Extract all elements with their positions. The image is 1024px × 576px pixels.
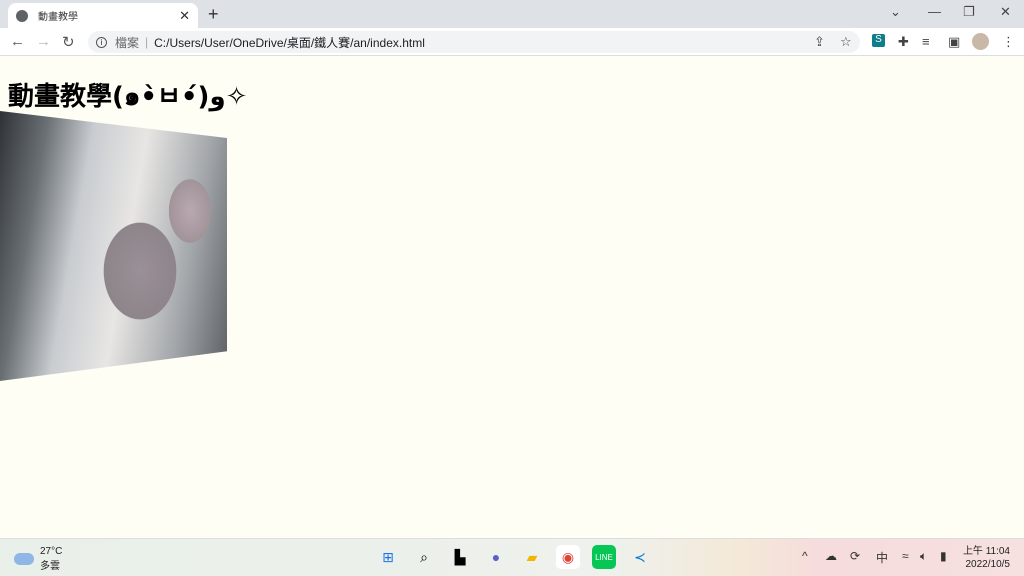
teams-chat-icon[interactable]: ● [484,545,508,569]
globe-icon [16,9,28,22]
close-window-button[interactable]: ✕ [1000,4,1011,20]
chrome-icon[interactable]: ◉ [556,545,580,569]
volume-icon[interactable]: 🔈︎ [920,549,927,564]
extensions-puzzle-icon[interactable]: ✚ [898,34,909,50]
restore-button[interactable]: ❐ [963,4,975,20]
close-tab-icon[interactable]: ✕ [179,8,190,24]
share-icon[interactable]: ⇪ [814,34,825,50]
battery-icon[interactable]: ▮ [940,549,947,563]
start-windows-icon[interactable]: ⊞ [376,545,400,569]
divider: | [145,35,149,49]
info-icon[interactable]: i [96,36,107,48]
address-bar[interactable]: i 檔案 | C:/Users/User/OneDrive/桌面/鐵人賽/an/… [88,31,860,53]
wifi-icon[interactable]: ≈ [902,549,909,563]
reload-button[interactable]: ↻ [62,33,75,51]
time: 上午 11:04 [962,546,1010,557]
back-button[interactable]: ← [10,33,25,50]
vscode-icon[interactable]: ≺ [628,545,652,569]
rabbit-image [0,111,227,381]
file-explorer-icon[interactable]: ▰ [520,545,544,569]
onedrive-error-icon[interactable]: ☁ [825,549,837,563]
tab-active[interactable]: 動畫教學 ✕ [8,3,198,28]
bookmark-star-icon[interactable]: ☆ [840,34,852,50]
profile-avatar[interactable] [972,33,989,50]
cloud-icon [14,553,34,565]
line-app-icon[interactable]: LINE [592,545,616,569]
temperature: 27°C [40,546,63,557]
reading-list-icon[interactable]: ≡ [922,34,930,49]
clock[interactable]: 上午 11:04 2022/10/5 [963,545,1010,571]
task-view-icon[interactable]: ▙ [448,545,472,569]
url-label: 檔案 [115,35,140,50]
extension-s-icon[interactable]: S [872,34,885,47]
sync-icon[interactable]: ⟳ [850,549,860,563]
page-title: 動畫教學(๑•̀ㅂ•́)و✧ [8,82,248,112]
new-tab-button[interactable]: + [208,4,219,25]
minimize-button[interactable]: — [928,4,941,19]
side-panel-icon[interactable]: ▣ [948,34,960,50]
tab-bar: 動畫教學 ✕ + ⌄ — ❐ ✕ [0,0,1024,28]
tab-title: 動畫教學 [38,12,78,23]
weather-widget[interactable]: 27°C 多雲 [14,546,62,572]
search-icon[interactable]: ⌕ [412,545,436,569]
browser-toolbar: ← → ↻ i 檔案 | C:/Users/User/OneDrive/桌面/鐵… [0,28,1024,56]
tab-search-icon[interactable]: ⌄ [890,4,901,20]
weather-text: 多雲 [40,561,60,572]
date: 2022/10/5 [965,559,1011,570]
menu-icon[interactable]: ⋮ [1002,34,1015,50]
show-hidden-icons-chevron[interactable]: ^ [802,549,808,563]
forward-button[interactable]: → [36,33,51,50]
ime-indicator[interactable]: 中 [876,549,888,566]
taskbar: 27°C 多雲 ⊞ ⌕ ▙ ● ▰ ◉ LINE ≺ ^ ☁ ⟳ 中 ≈ 🔈︎ ▮… [0,538,1024,576]
url-text[interactable]: C:/Users/User/OneDrive/桌面/鐵人賽/an/index.h… [154,34,425,51]
